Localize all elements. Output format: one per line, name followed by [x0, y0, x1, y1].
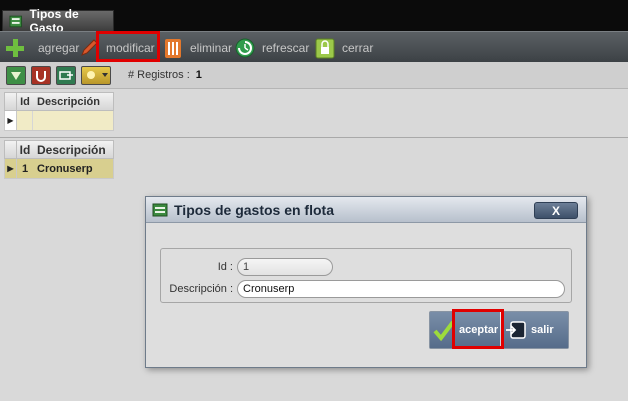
tab-tipos-de-gasto[interactable]: Tipos de Gasto: [2, 7, 114, 35]
export-icon: [59, 71, 73, 80]
agregar-label: agregar: [38, 40, 80, 55]
grid-bottom: Id Descripción ▶ 1 Cronuserp: [4, 140, 114, 179]
close-icon: X: [551, 203, 560, 218]
form-icon: [9, 15, 23, 28]
aceptar-button[interactable]: aceptar: [430, 312, 500, 348]
options-dropdown[interactable]: [81, 66, 111, 85]
col-id-header[interactable]: Id: [17, 96, 33, 108]
col-id-header[interactable]: Id: [17, 143, 33, 157]
dialog-actions: aceptar salir: [429, 311, 569, 349]
col-descripcion-header[interactable]: Descripción: [33, 96, 100, 108]
sun-dropdown-icon: [87, 71, 108, 79]
anchor-icon: [36, 71, 46, 82]
eliminar-label: eliminar: [190, 40, 233, 55]
dialog-title: Tipos de gastos en flota: [174, 201, 334, 218]
pencil-icon: [81, 38, 98, 56]
registros-counter: # Registros : 1: [128, 69, 202, 81]
registros-count: 1: [195, 69, 202, 81]
descripcion-field[interactable]: Cronuserp: [237, 280, 565, 298]
table-row[interactable]: ▶ 1 Cronuserp: [4, 159, 114, 179]
cerrar-button[interactable]: cerrar: [314, 34, 373, 61]
form-fieldset: Id : 1 Descripción : Cronuserp: [160, 248, 572, 303]
cell-descripcion: Cronuserp: [37, 162, 93, 175]
main-toolbar: agregar modificar eliminar refrescar cer…: [0, 31, 628, 62]
exit-icon: [506, 321, 526, 339]
filter-button[interactable]: [6, 66, 26, 85]
refrescar-label: refrescar: [262, 40, 310, 55]
grid-header: Id Descripción: [4, 140, 114, 159]
agregar-button[interactable]: agregar: [4, 34, 79, 61]
row-selector-icon: ▶: [5, 111, 17, 130]
modificar-label: modificar: [106, 40, 155, 55]
filter-down-icon: [11, 72, 21, 80]
modificar-button[interactable]: modificar: [78, 34, 155, 61]
tab-strip: Tipos de Gasto: [0, 0, 628, 35]
grid-top: Id Descripción ▶: [4, 92, 114, 131]
row-selector-icon: ▶: [5, 159, 17, 178]
checkmark-icon: [433, 320, 455, 341]
salir-label: salir: [531, 324, 554, 336]
form-icon: [152, 203, 168, 216]
export-button[interactable]: [56, 66, 76, 85]
salir-button[interactable]: salir: [502, 312, 568, 348]
cerrar-label: cerrar: [342, 40, 374, 55]
plus-icon: [6, 38, 24, 57]
eliminar-button[interactable]: eliminar: [162, 34, 232, 61]
edit-dialog: Tipos de gastos en flota X Id : 1 Descri…: [145, 196, 587, 368]
descripcion-label: Descripción :: [169, 283, 233, 295]
refresh-icon: [235, 38, 255, 57]
divider: [0, 137, 628, 138]
id-label: Id :: [217, 261, 233, 273]
col-descripcion-header[interactable]: Descripción: [33, 143, 106, 157]
grid-header: Id Descripción: [4, 92, 114, 111]
table-row[interactable]: ▶: [4, 111, 114, 131]
trash-icon: [165, 38, 181, 58]
registros-label: # Registros :: [128, 69, 190, 81]
close-button[interactable]: X: [534, 202, 578, 219]
grid-toolbar: # Registros : 1: [0, 62, 628, 89]
lock-icon: [315, 38, 335, 58]
aceptar-label: aceptar: [459, 324, 499, 336]
refrescar-button[interactable]: refrescar: [234, 34, 309, 61]
dialog-titlebar[interactable]: Tipos de gastos en flota: [146, 197, 586, 223]
anchor-button[interactable]: [31, 66, 51, 85]
id-field[interactable]: 1: [237, 258, 333, 276]
cell-id: 1: [21, 162, 29, 175]
